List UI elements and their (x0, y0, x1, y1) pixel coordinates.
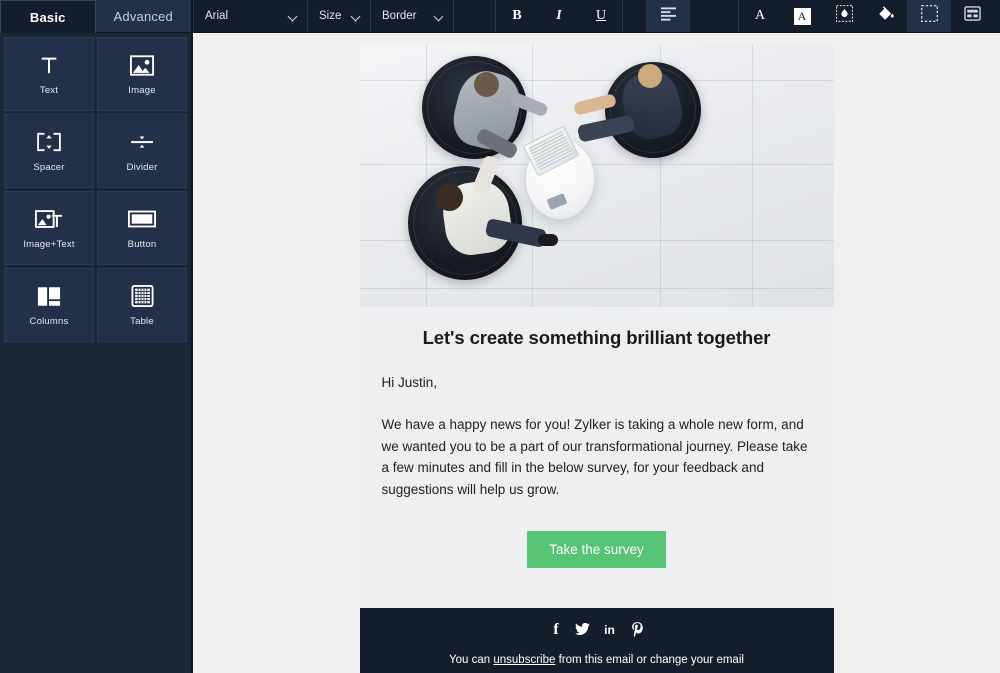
toolbar-gap (454, 0, 495, 32)
more-options-icon (963, 6, 981, 26)
footer-note-suffix: from this email or change your email not… (558, 654, 744, 666)
linkedin-icon[interactable]: in (601, 622, 619, 637)
cta-container: Take the survey (380, 520, 814, 598)
underline-button[interactable]: U (580, 0, 622, 32)
font-family-select[interactable]: Arial (194, 0, 307, 32)
pinterest-icon[interactable] (630, 622, 645, 637)
font-size-select[interactable]: Size (308, 0, 370, 32)
italic-label: I (556, 8, 562, 23)
elements-sidebar: Basic Advanced Text Image Spacer Divider… (0, 0, 193, 673)
element-card-divider-label: Divider (126, 162, 158, 173)
chevron-down-icon (352, 12, 361, 21)
background-color-icon (835, 4, 853, 27)
text-highlight-button[interactable]: A (781, 0, 823, 32)
tab-advanced[interactable]: Advanced (96, 0, 192, 33)
email-footer: f in You can unsubscribe from this email… (359, 608, 834, 673)
background-color-button[interactable] (823, 0, 865, 32)
email-canvas: Let's create something brilliant togethe… (193, 33, 1000, 673)
chevron-down-icon (435, 12, 444, 21)
element-card-button[interactable]: Button (97, 191, 187, 265)
sidebar-empty-space (0, 342, 191, 673)
hero-image[interactable] (359, 44, 834, 307)
paint-bucket-icon (877, 5, 895, 27)
button-icon (128, 206, 156, 232)
element-card-spacer-label: Spacer (33, 162, 65, 173)
toolbar-filler (993, 0, 1000, 32)
border-value: Border (382, 10, 417, 22)
tab-basic-label: Basic (29, 9, 66, 25)
email-body: Let's create something brilliant togethe… (359, 307, 834, 608)
footer-note: You can unsubscribe from this email or c… (447, 651, 747, 673)
email-builder-app: Basic Advanced Text Image Spacer Divider… (0, 0, 1000, 673)
padding-button[interactable] (908, 0, 950, 32)
main-area: Arial Size Border B I U A A Let's create… (193, 0, 1000, 673)
element-card-button-label: Button (127, 239, 157, 250)
toolbar-gap (623, 0, 646, 32)
bold-button[interactable]: B (496, 0, 538, 32)
align-left-icon (660, 6, 676, 26)
font-size-value: Size (319, 10, 342, 22)
chevron-down-icon (289, 12, 298, 21)
element-card-columns[interactable]: Columns (4, 268, 94, 342)
element-card-image[interactable]: Image (97, 37, 187, 111)
email-template: Let's create something brilliant togethe… (359, 44, 834, 673)
underline-label: U (595, 8, 607, 23)
font-color-icon: A (754, 8, 766, 23)
toolbar-gap (690, 0, 738, 32)
unsubscribe-link[interactable]: unsubscribe (493, 654, 555, 666)
divider-icon (129, 129, 155, 155)
element-card-image-text[interactable]: Image+Text (4, 191, 94, 265)
element-card-text-label: Text (39, 85, 59, 96)
columns-icon (37, 283, 61, 309)
bold-label: B (512, 8, 522, 23)
text-highlight-icon: A (793, 7, 811, 25)
take-survey-button[interactable]: Take the survey (527, 531, 666, 568)
tab-advanced-label: Advanced (113, 9, 173, 24)
font-color-button[interactable]: A (739, 0, 781, 32)
image-icon (130, 52, 154, 78)
facebook-icon[interactable]: f (549, 621, 564, 637)
element-card-spacer[interactable]: Spacer (4, 114, 94, 188)
footer-note-prefix: You can (449, 654, 494, 666)
image-text-icon (35, 206, 63, 232)
email-paragraph[interactable]: We have a happy news for you! Zylker is … (382, 414, 814, 500)
social-links: f in (360, 621, 834, 637)
border-select[interactable]: Border (371, 0, 453, 32)
element-card-grid: Text Image Spacer Divider Image+Text But… (0, 33, 191, 342)
twitter-icon[interactable] (574, 622, 590, 637)
element-card-columns-label: Columns (29, 316, 69, 327)
email-greeting[interactable]: Hi Justin, (382, 375, 814, 390)
spacer-icon (36, 129, 62, 155)
element-card-table[interactable]: Table (97, 268, 187, 342)
element-card-text[interactable]: Text (4, 37, 94, 111)
element-card-image-text-label: Image+Text (23, 239, 75, 250)
padding-icon (920, 4, 938, 27)
italic-button[interactable]: I (538, 0, 580, 32)
align-left-button[interactable] (647, 0, 689, 32)
font-family-value: Arial (205, 10, 229, 22)
element-card-divider[interactable]: Divider (97, 114, 187, 188)
email-heading[interactable]: Let's create something brilliant togethe… (380, 327, 814, 349)
more-options-button[interactable] (951, 0, 993, 32)
element-card-image-label: Image (128, 85, 156, 96)
text-icon (38, 52, 60, 78)
sidebar-tabbar: Basic Advanced (0, 0, 191, 33)
formatting-toolbar: Arial Size Border B I U A A (193, 0, 1000, 33)
table-icon (131, 283, 154, 309)
element-card-table-label: Table (130, 316, 154, 327)
fill-color-button[interactable] (865, 0, 907, 32)
tab-basic[interactable]: Basic (0, 0, 96, 33)
